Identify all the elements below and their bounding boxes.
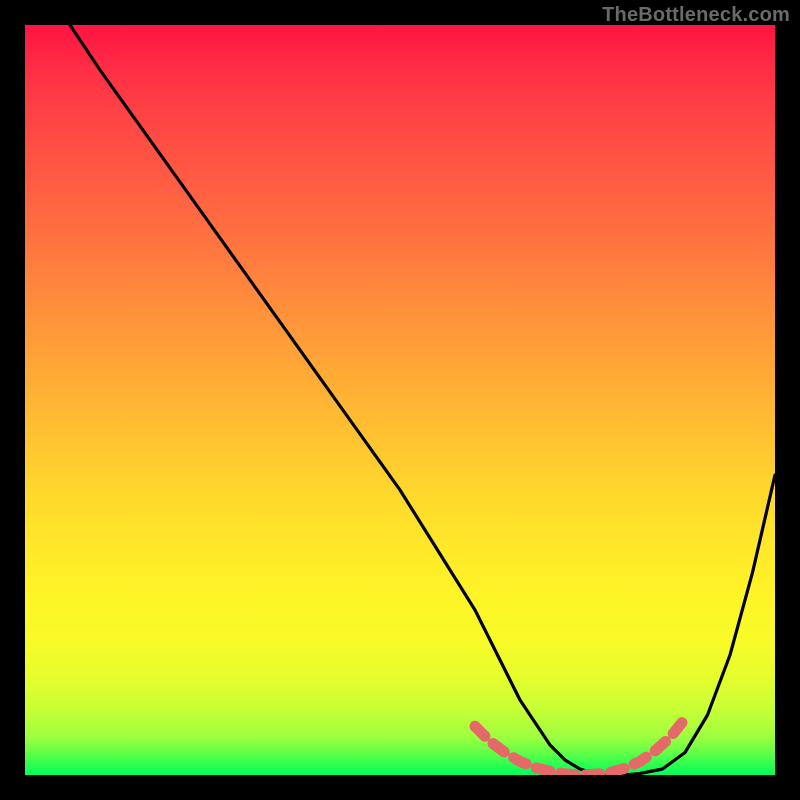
watermark-text: TheBottleneck.com xyxy=(602,4,790,27)
plot-area xyxy=(25,25,775,775)
bottleneck-curve xyxy=(25,25,775,775)
chart-frame: TheBottleneck.com xyxy=(0,0,800,800)
